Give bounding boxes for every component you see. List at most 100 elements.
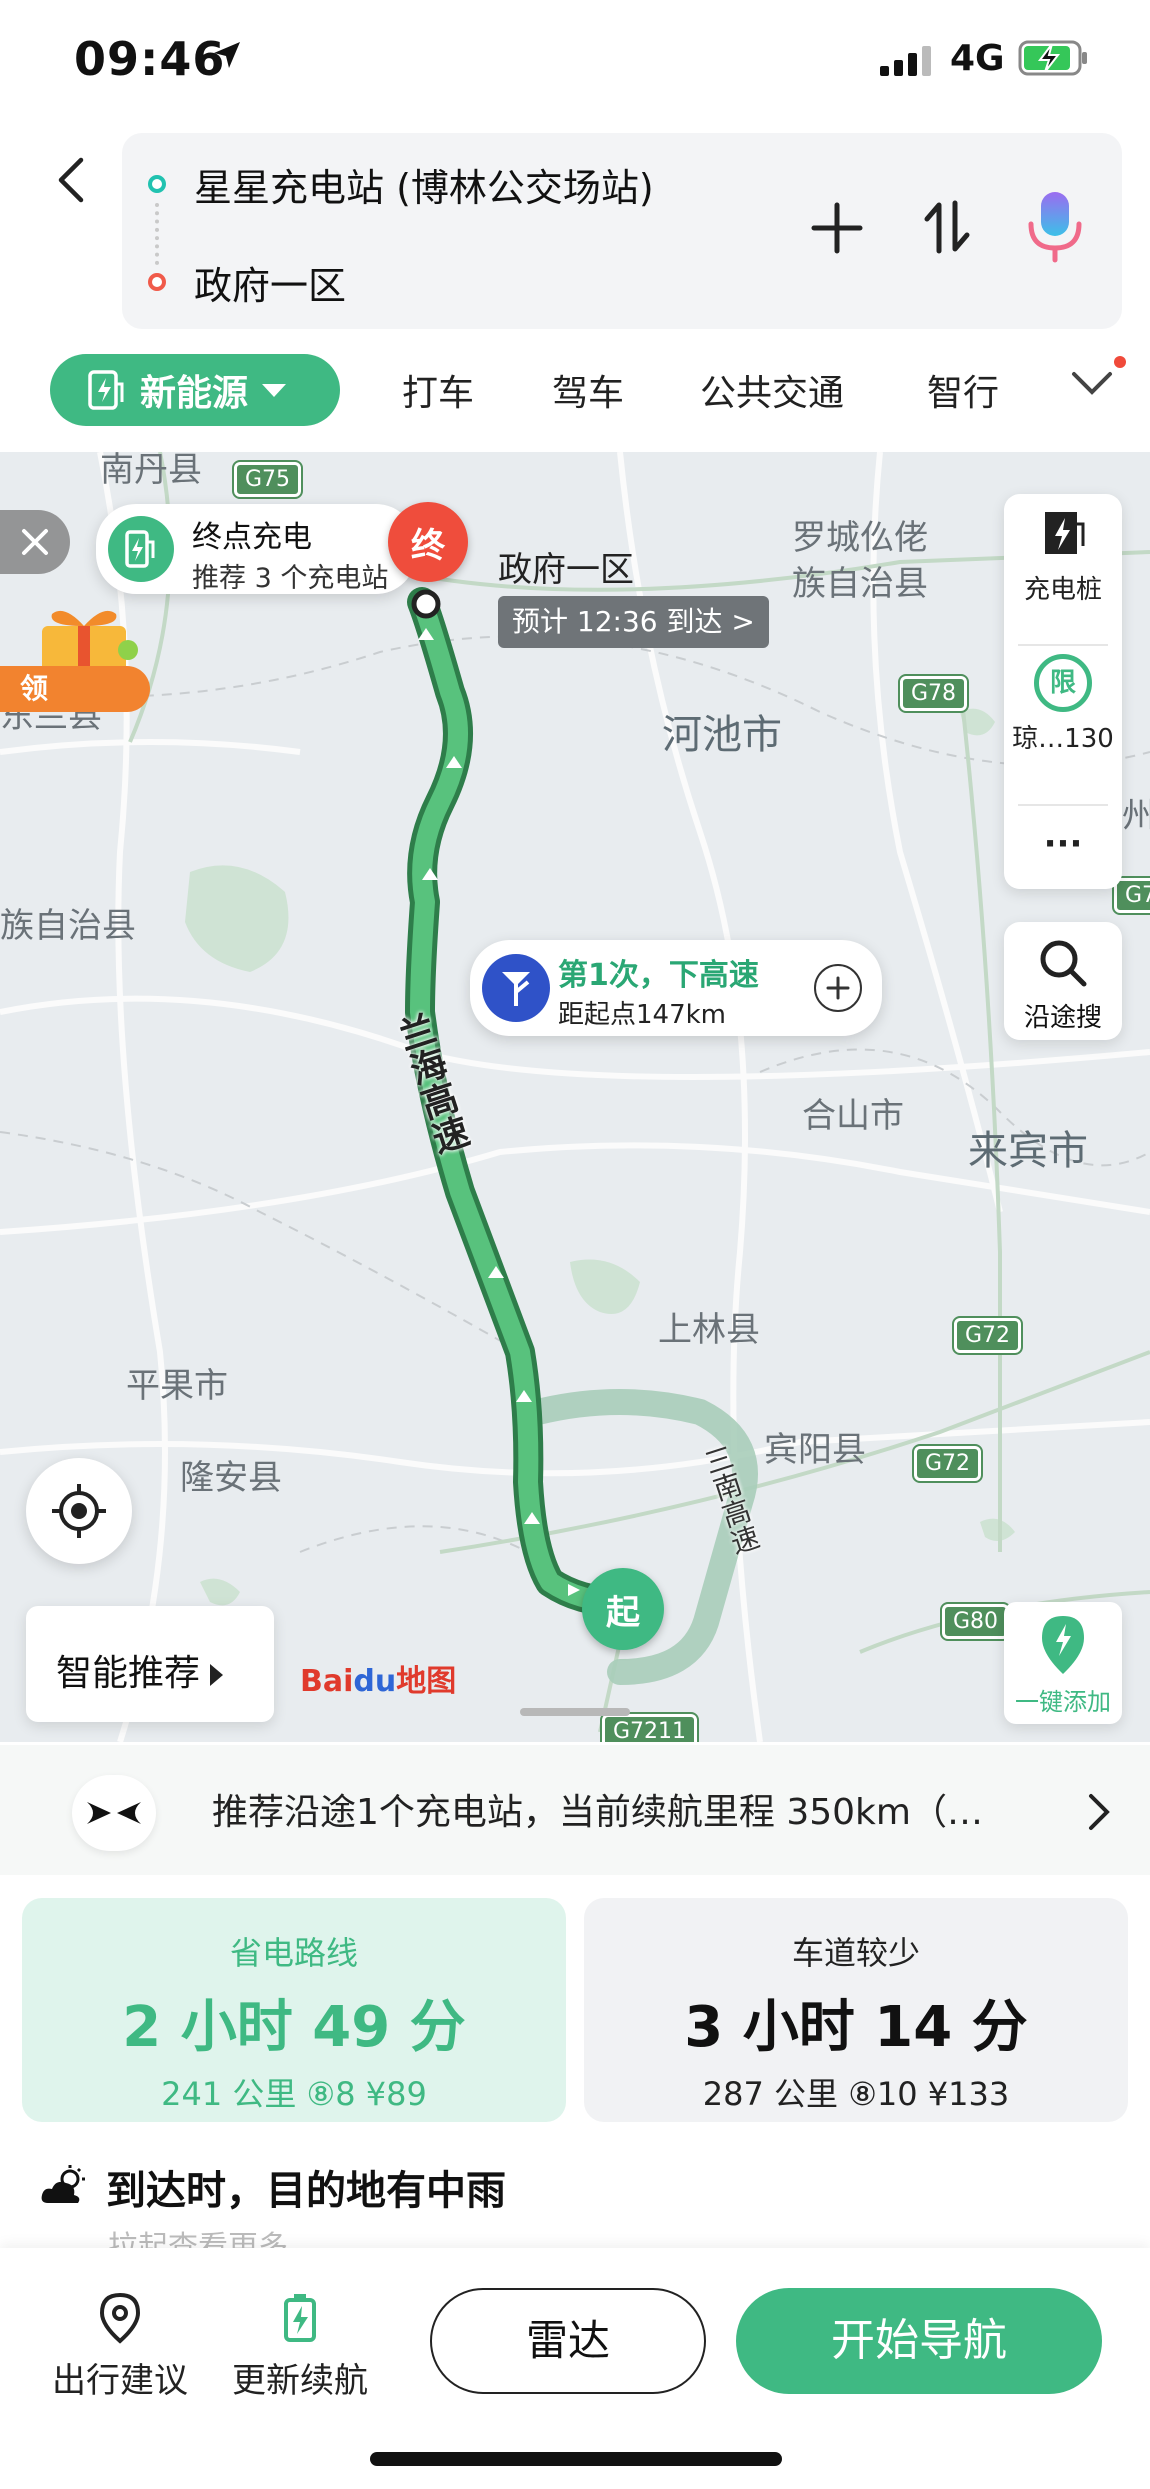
locate-me-button[interactable] <box>26 1458 132 1564</box>
highway-shield: G72 <box>911 1444 984 1483</box>
tab-smart-travel[interactable]: 智行 <box>927 364 999 416</box>
map-side-panel: 充电桩 限 琼…130 ··· <box>1004 494 1122 889</box>
route-connector <box>155 203 159 265</box>
charger-icon <box>1045 512 1085 554</box>
notification-dot <box>1114 356 1126 368</box>
add-waypoint-plus-button[interactable] <box>814 964 862 1012</box>
baidu-map-logo: Baidu地图 <box>300 1664 457 1699</box>
route-meta: 241 公里 ⑧8 ¥89 <box>161 2075 427 2113</box>
map-label: 南丹县 <box>100 452 202 490</box>
more-options-button[interactable]: ··· <box>1004 824 1122 864</box>
charging-pile-button[interactable]: 充电桩 <box>1004 506 1122 606</box>
signal-icon <box>880 46 931 76</box>
restriction-icon: 限 <box>1034 654 1092 712</box>
route-tag: 省电路线 <box>229 1934 358 1972</box>
map-label: 平果市 <box>126 1366 228 1406</box>
battery-charging-icon <box>1018 40 1087 76</box>
map-label: 河池市 <box>662 712 782 758</box>
voice-input-button[interactable] <box>1020 185 1090 269</box>
charging-recommend-bar[interactable]: 推荐沿途1个充电站，当前续航里程 350km（… <box>0 1745 1150 1875</box>
route-option-card[interactable]: 省电路线 2 小时 49 分 241 公里 ⑧8 ¥89 <box>22 1898 566 2122</box>
traffic-restriction-button[interactable]: 限 琼…130 <box>1004 654 1122 755</box>
location-pin-icon <box>99 2292 141 2344</box>
chevron-right-icon <box>1089 1794 1110 1830</box>
microphone-icon <box>1028 192 1082 263</box>
start-location-field[interactable]: 星星充电站 (博林公交场站) <box>194 157 654 212</box>
status-bar: 09:46 4G <box>0 0 1150 120</box>
route-meta: 287 公里 ⑧10 ¥133 <box>702 2075 1010 2113</box>
plus-icon <box>826 976 850 1000</box>
network-type: 4G <box>950 38 1005 79</box>
home-indicator <box>370 2452 782 2466</box>
smart-recommend-label: 智能推荐 <box>56 1653 201 1694</box>
one-click-add-label: 一键添加 <box>1015 1688 1111 1716</box>
smart-recommend-button[interactable]: 智能推荐 <box>26 1606 274 1722</box>
one-click-add-button[interactable]: 一键添加 <box>1004 1602 1122 1724</box>
drag-handle[interactable] <box>520 1708 630 1716</box>
car-brand-icon <box>72 1775 156 1851</box>
bottom-action-bar: 出行建议 更新续航 雷达 开始导航 <box>0 2248 1150 2489</box>
plus-icon <box>811 202 863 254</box>
start-dot-icon <box>148 175 166 193</box>
along-route-search-label: 沿途搜 <box>1023 1003 1102 1033</box>
highway-shield: G72 <box>1111 876 1150 915</box>
close-callout-button[interactable] <box>0 510 70 574</box>
highway-shield: G78 <box>897 674 970 713</box>
highway-exit-callout[interactable]: 第1次，下高速 距起点147km <box>470 940 882 1036</box>
clock: 09:46 <box>74 32 226 86</box>
end-location-field[interactable]: 政府一区 <box>194 255 346 310</box>
map-label: 族自治县 <box>0 906 136 946</box>
map-label: 上林县 <box>658 1310 760 1350</box>
map-label: 宾阳县 <box>764 1430 866 1470</box>
highway-shield: G7211 <box>599 1712 700 1742</box>
travel-advice-button[interactable]: 出行建议 <box>40 2292 200 2402</box>
start-pin[interactable]: 起 <box>582 1568 664 1650</box>
weather-text: 到达时，目的地有中雨 <box>106 2168 506 2214</box>
map-label: 来宾市 <box>968 1128 1088 1174</box>
radar-button[interactable]: 雷达 <box>430 2288 706 2394</box>
end-dot-icon <box>148 273 166 291</box>
end-charging-callout[interactable]: 终点充电 推荐 3 个充电站 <box>96 504 416 594</box>
tab-new-energy-label: 新能源 <box>140 373 249 414</box>
tab-new-energy[interactable]: 新能源 <box>50 354 340 426</box>
chevron-left-icon <box>58 157 84 203</box>
charging-recommend-text: 推荐沿途1个充电站，当前续航里程 350km（… <box>212 1792 983 1833</box>
map-label: 隆安县 <box>180 1458 282 1498</box>
battery-update-icon <box>284 2294 316 2342</box>
route-tag: 车道较少 <box>791 1934 920 1972</box>
divider <box>1018 804 1108 806</box>
along-route-search-button[interactable]: 沿途搜 <box>1004 922 1122 1040</box>
start-navigation-button[interactable]: 开始导航 <box>736 2288 1102 2394</box>
route-input-box[interactable]: 星星充电站 (博林公交场站) 政府一区 <box>122 133 1122 329</box>
back-button[interactable] <box>40 150 100 210</box>
map-label: 族自治县 <box>792 564 928 604</box>
end-pin[interactable]: 终 <box>388 502 472 612</box>
end-charging-subtitle: 推荐 3 个充电站 <box>192 563 389 594</box>
update-range-button[interactable]: 更新续航 <box>220 2292 380 2402</box>
charging-car-icon <box>88 370 124 410</box>
charging-pile-label: 充电桩 <box>1023 575 1102 605</box>
tab-taxi[interactable]: 打车 <box>402 364 474 416</box>
chevron-down-icon[interactable] <box>1070 370 1114 396</box>
add-waypoint-button[interactable] <box>802 193 872 263</box>
highway-shield: G80 <box>939 1602 1012 1641</box>
destination-label: 政府一区 <box>498 550 634 590</box>
tab-public-transit[interactable]: 公共交通 <box>700 364 844 416</box>
close-icon <box>22 529 48 555</box>
tab-drive[interactable]: 驾车 <box>552 364 624 416</box>
eta-badge[interactable]: 预计 12:36 到达 > <box>498 596 769 648</box>
route-option-card[interactable]: 车道较少 3 小时 14 分 287 公里 ⑧10 ¥133 <box>584 1898 1128 2122</box>
crosshair-icon <box>52 1484 106 1538</box>
charging-station-icon <box>108 516 174 582</box>
location-arrow-icon <box>214 42 240 68</box>
gift-coupon[interactable]: 领 <box>0 604 152 714</box>
swap-route-button[interactable] <box>912 191 982 263</box>
map-view[interactable]: 南丹县 罗城仫佬 族自治县 河池市 东兰县 族自治县 合山市 来宾市 上林县 平… <box>0 452 1150 1742</box>
highway-shield: G75 <box>231 460 304 499</box>
map-label: 罗城仫佬 <box>792 518 928 558</box>
destination-weather: 到达时，目的地有中雨 <box>40 2158 506 2216</box>
end-charging-title: 终点充电 <box>192 520 312 555</box>
divider <box>1018 644 1108 646</box>
travel-mode-tabs: 新能源 打车 驾车 公共交通 智行 <box>0 350 1150 430</box>
route-duration: 3 小时 14 分 <box>684 1995 1028 2060</box>
